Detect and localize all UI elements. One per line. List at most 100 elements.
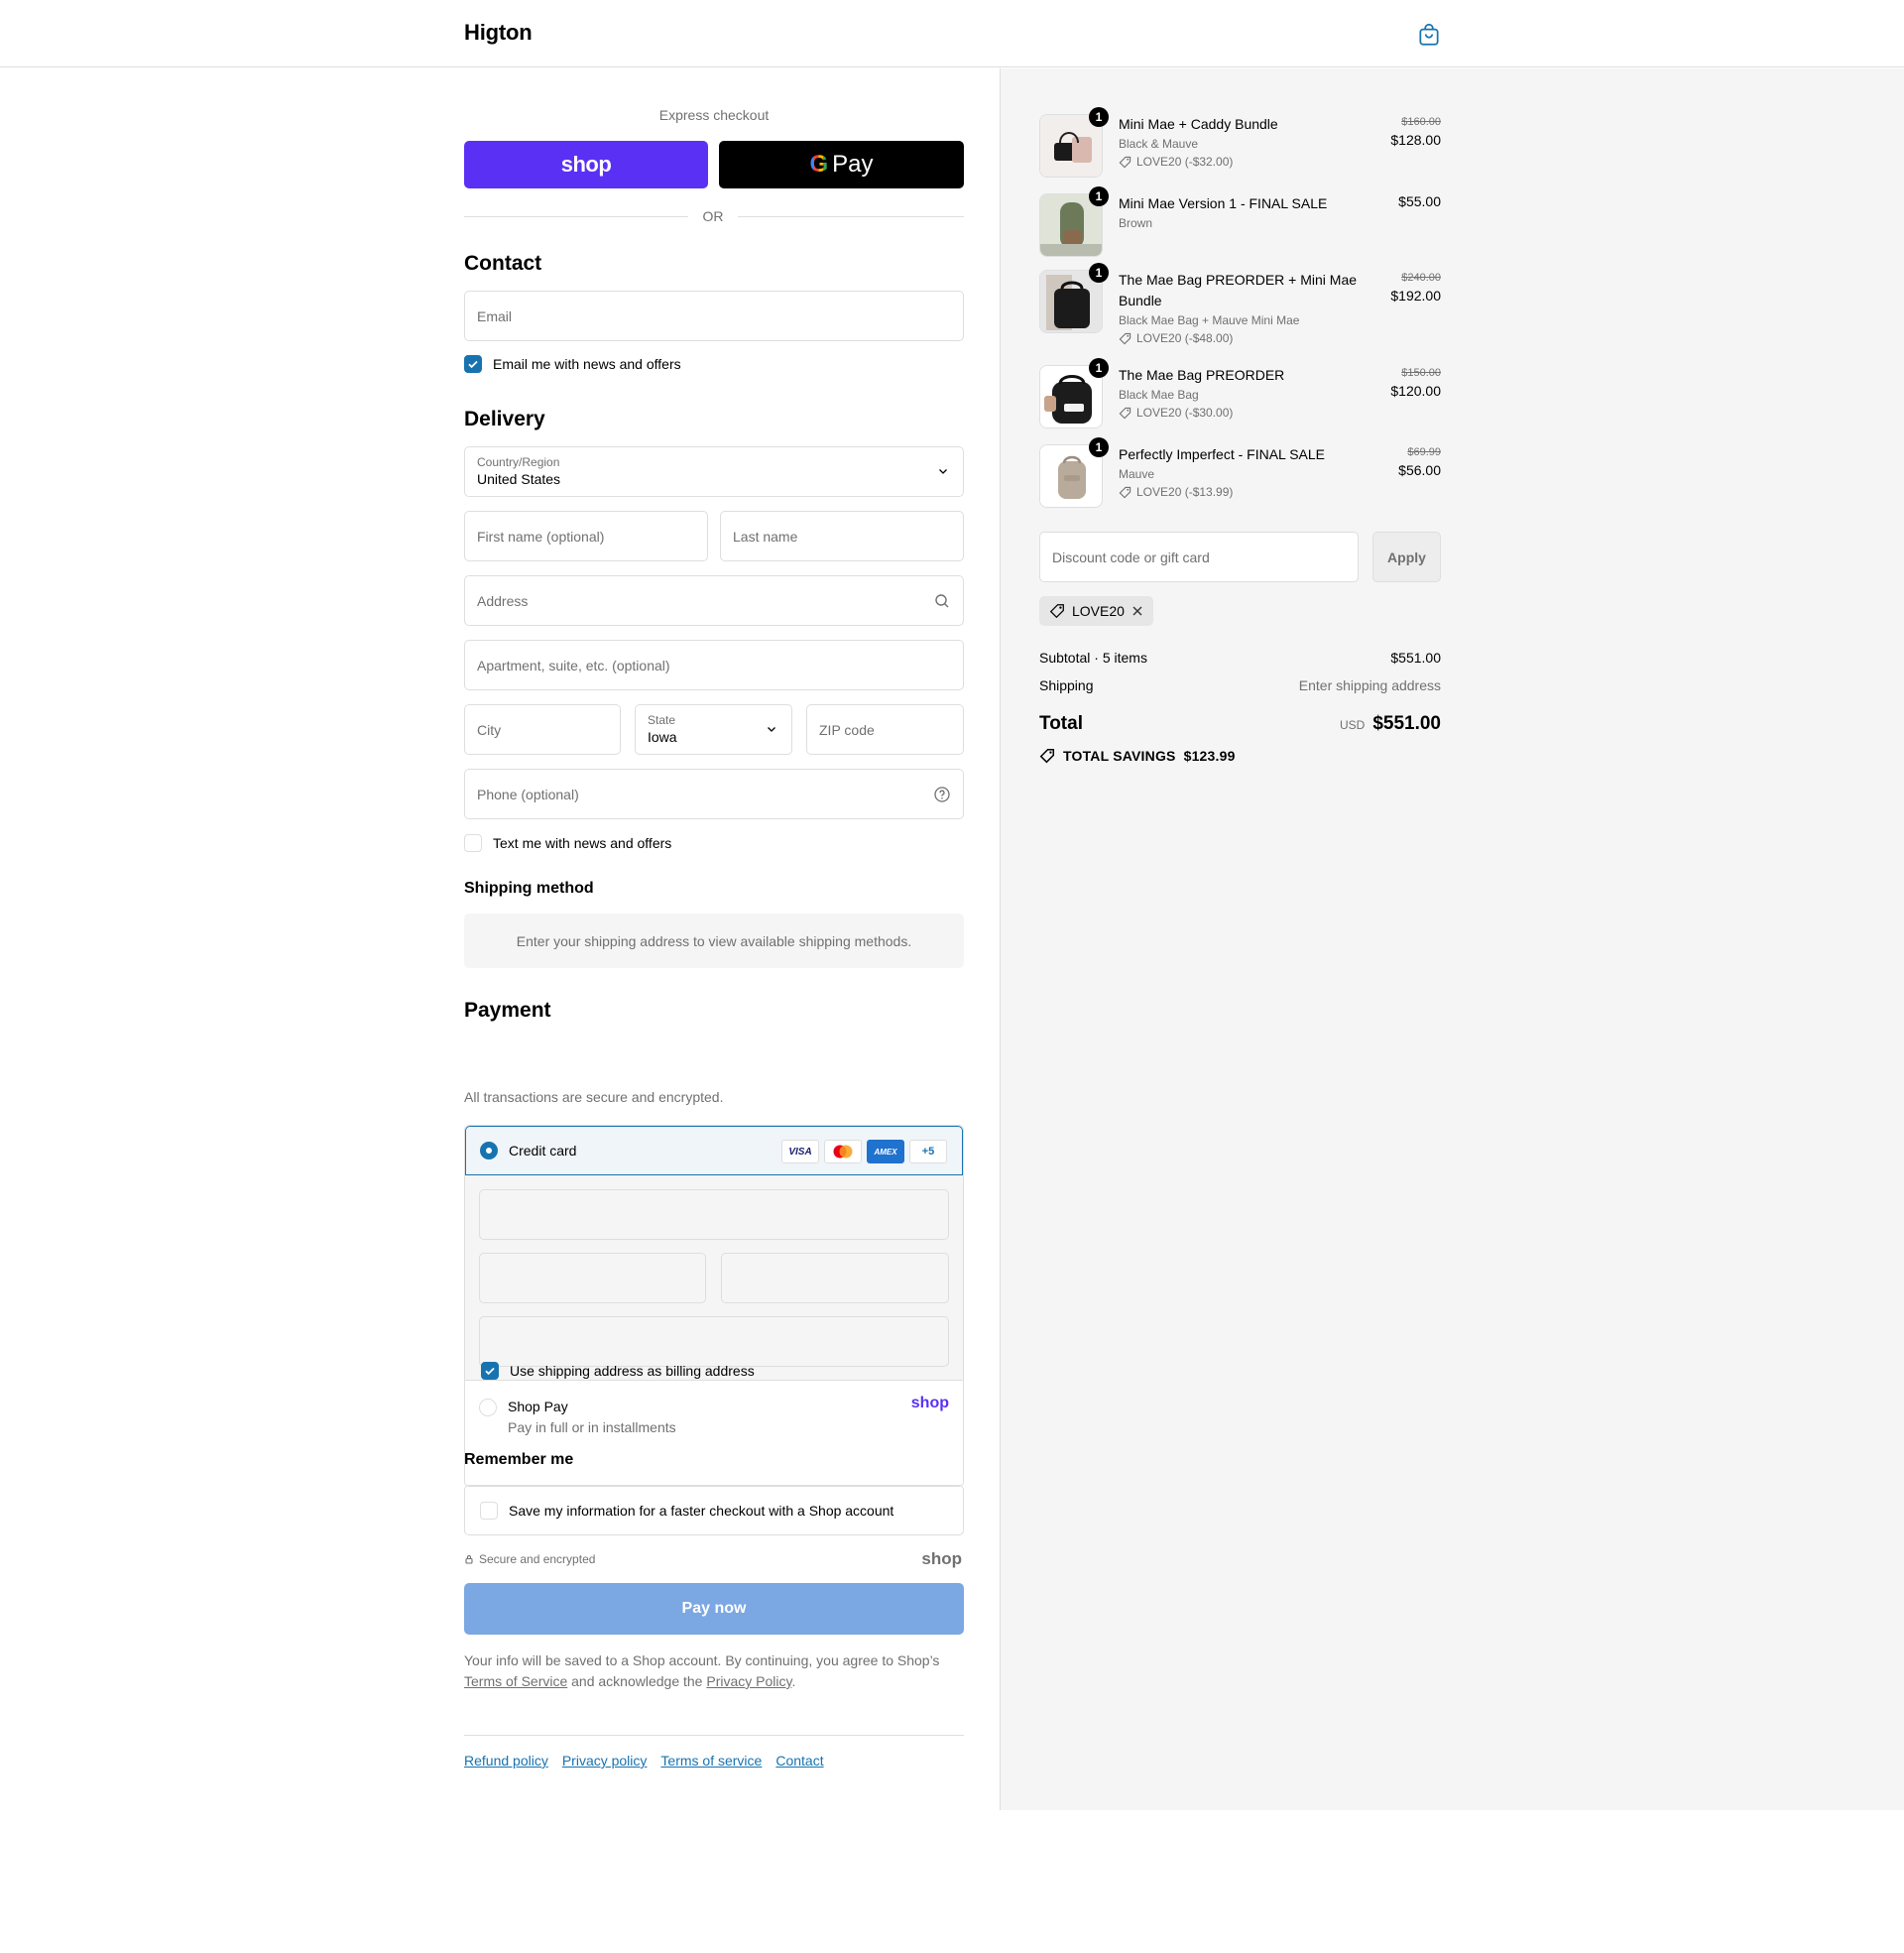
- tag-icon: [1119, 156, 1131, 168]
- discount-code-input[interactable]: [1040, 533, 1358, 581]
- total-row: Total USD $551.00: [1039, 713, 1441, 735]
- product-variant: Black & Mauve: [1119, 137, 1199, 151]
- product-name: Perfectly Imperfect - FINAL SALE: [1119, 446, 1325, 462]
- order-summary-panel: [1000, 68, 1904, 1810]
- credit-card-label: Credit card: [509, 1143, 577, 1159]
- save-info-option[interactable]: Save my information for a faster checkou…: [464, 1485, 964, 1535]
- phone-input[interactable]: [465, 770, 963, 818]
- zip-input[interactable]: [807, 705, 963, 754]
- apartment-field[interactable]: [464, 640, 964, 690]
- shipping-label: Shipping: [1039, 677, 1094, 693]
- google-pay-label: Pay: [832, 151, 874, 178]
- address-input[interactable]: [465, 576, 963, 625]
- pay-now-button[interactable]: Pay now: [464, 1583, 964, 1635]
- email-news-row[interactable]: Email me with news and offers: [464, 355, 681, 373]
- footer-divider: [464, 1735, 964, 1736]
- contact-link[interactable]: Contact: [775, 1753, 823, 1769]
- card-name-field[interactable]: [479, 1316, 949, 1367]
- billing-address-row[interactable]: Use shipping address as billing address: [481, 1362, 755, 1380]
- text-news-row[interactable]: Text me with news and offers: [464, 834, 671, 852]
- refund-policy-link[interactable]: Refund policy: [464, 1753, 548, 1769]
- delivery-heading: Delivery: [464, 408, 545, 430]
- email-news-checkbox[interactable]: [464, 355, 482, 373]
- state-label: State: [648, 713, 676, 727]
- privacy-policy-footer-link[interactable]: Privacy policy: [562, 1753, 648, 1769]
- subtotal-label: Subtotal · 5 items: [1039, 650, 1147, 666]
- brand-logo[interactable]: Higton: [464, 20, 533, 46]
- product-name: The Mae Bag PREORDER + Mini Mae Bundle: [1119, 272, 1358, 308]
- lock-icon: [465, 1555, 473, 1564]
- total-savings-value: $123.99: [1183, 748, 1236, 764]
- subtotal-value: $551.00: [1390, 650, 1441, 666]
- shop-logo-grey: shop: [921, 1549, 962, 1568]
- state-select[interactable]: State Iowa: [635, 704, 792, 755]
- express-checkout-label: Express checkout: [658, 107, 770, 123]
- shop-pay-radio[interactable]: [479, 1399, 497, 1416]
- card-expiry-field[interactable]: [479, 1253, 706, 1303]
- phone-field[interactable]: [464, 769, 964, 819]
- terms-of-service-link[interactable]: Terms of Service: [464, 1673, 567, 1689]
- email-input[interactable]: [465, 292, 963, 340]
- product-variant: Black Mae Bag + Mauve Mini Mae: [1119, 313, 1300, 327]
- shopping-bag-icon[interactable]: [1416, 22, 1442, 48]
- city-field[interactable]: [464, 704, 621, 755]
- chevron-down-icon: [939, 469, 947, 474]
- country-select[interactable]: Country/Region United States: [464, 446, 964, 497]
- item-discount: LOVE20 (-$13.99): [1119, 485, 1233, 499]
- address-field[interactable]: [464, 575, 964, 626]
- shop-pay-express-button[interactable]: shop: [464, 141, 708, 188]
- zip-field[interactable]: [806, 704, 964, 755]
- checkmark-icon: [485, 1367, 495, 1376]
- last-name-field[interactable]: [720, 511, 964, 561]
- terms-of-service-footer-link[interactable]: Terms of service: [660, 1753, 762, 1769]
- save-info-checkbox[interactable]: [480, 1501, 498, 1520]
- product-variant: Brown: [1119, 216, 1153, 230]
- tag-icon: [1119, 332, 1131, 344]
- credit-card-radio[interactable]: [480, 1142, 498, 1160]
- card-security-code-field[interactable]: [721, 1253, 949, 1303]
- total-value: USD $551.00: [1340, 713, 1441, 735]
- applied-discount-chip: LOVE20: [1039, 596, 1153, 626]
- product-name: The Mae Bag PREORDER: [1119, 367, 1285, 383]
- original-price: $240.00: [1401, 272, 1441, 284]
- email-field[interactable]: [464, 291, 964, 341]
- first-name-field[interactable]: [464, 511, 708, 561]
- original-price: $160.00: [1401, 116, 1441, 128]
- product-name: Mini Mae Version 1 - FINAL SALE: [1119, 195, 1328, 211]
- country-label: Country/Region: [477, 455, 560, 469]
- credit-card-option[interactable]: Credit card VISA AMEX +5: [465, 1126, 963, 1175]
- subtotal-row: Subtotal · 5 items $551.00: [1039, 650, 1441, 666]
- payment-heading: Payment: [464, 999, 551, 1022]
- first-name-input[interactable]: [465, 512, 707, 560]
- shop-pay-subtitle: Pay in full or in installments: [508, 1419, 676, 1435]
- item-discount-label: LOVE20 (-$30.00): [1136, 406, 1234, 420]
- remove-discount-icon[interactable]: [1131, 605, 1143, 617]
- item-discount-label: LOVE20 (-$48.00): [1136, 331, 1234, 345]
- or-label: OR: [702, 208, 724, 224]
- billing-address-checkbox[interactable]: [481, 1362, 499, 1380]
- text-news-checkbox[interactable]: [464, 834, 482, 852]
- item-discount-label: LOVE20 (-$13.99): [1136, 485, 1234, 499]
- quantity-badge: 1: [1089, 186, 1109, 206]
- billing-address-label: Use shipping address as billing address: [510, 1363, 755, 1379]
- payment-subtitle: All transactions are secure and encrypte…: [464, 1089, 724, 1105]
- shipping-value: Enter shipping address: [1298, 677, 1441, 693]
- total-amount: $551.00: [1372, 713, 1441, 734]
- card-number-field[interactable]: [479, 1189, 949, 1240]
- state-value: Iowa: [648, 729, 677, 745]
- apply-discount-button[interactable]: Apply: [1372, 532, 1441, 582]
- help-icon[interactable]: [933, 786, 951, 803]
- privacy-policy-link[interactable]: Privacy Policy: [706, 1673, 791, 1689]
- city-input[interactable]: [465, 705, 620, 754]
- last-name-input[interactable]: [721, 512, 963, 560]
- google-g-icon: G: [809, 151, 829, 178]
- original-price: $150.00: [1401, 367, 1441, 379]
- google-pay-button[interactable]: G Pay: [719, 141, 964, 188]
- shop-pay-logo: shop: [910, 1395, 949, 1411]
- discount-code-field[interactable]: [1039, 532, 1359, 582]
- legal-text-part: .: [791, 1673, 796, 1689]
- shipping-method-info: Enter your shipping address to view avai…: [464, 914, 964, 968]
- shop-pay-option[interactable]: Shop Pay Pay in full or in installments …: [465, 1382, 963, 1486]
- apartment-input[interactable]: [465, 641, 963, 689]
- contact-heading: Contact: [464, 252, 542, 275]
